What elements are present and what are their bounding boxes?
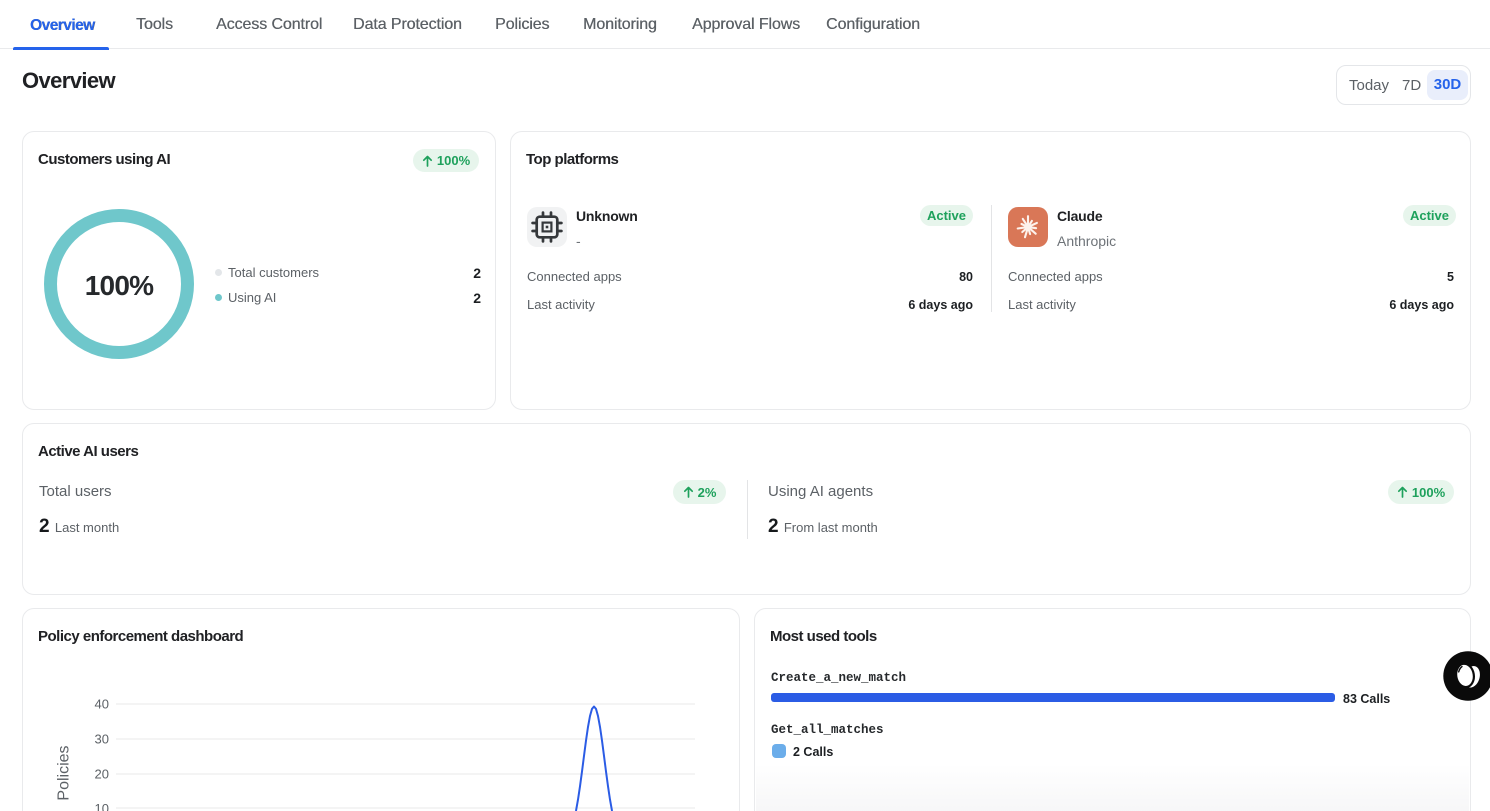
svg-text:40: 40	[95, 697, 109, 712]
svg-text:20: 20	[95, 767, 109, 782]
svg-text:100%: 100%	[85, 270, 154, 301]
svg-text:10: 10	[95, 801, 109, 811]
svg-text:Policies: Policies	[56, 745, 73, 800]
svg-text:30: 30	[95, 732, 109, 747]
